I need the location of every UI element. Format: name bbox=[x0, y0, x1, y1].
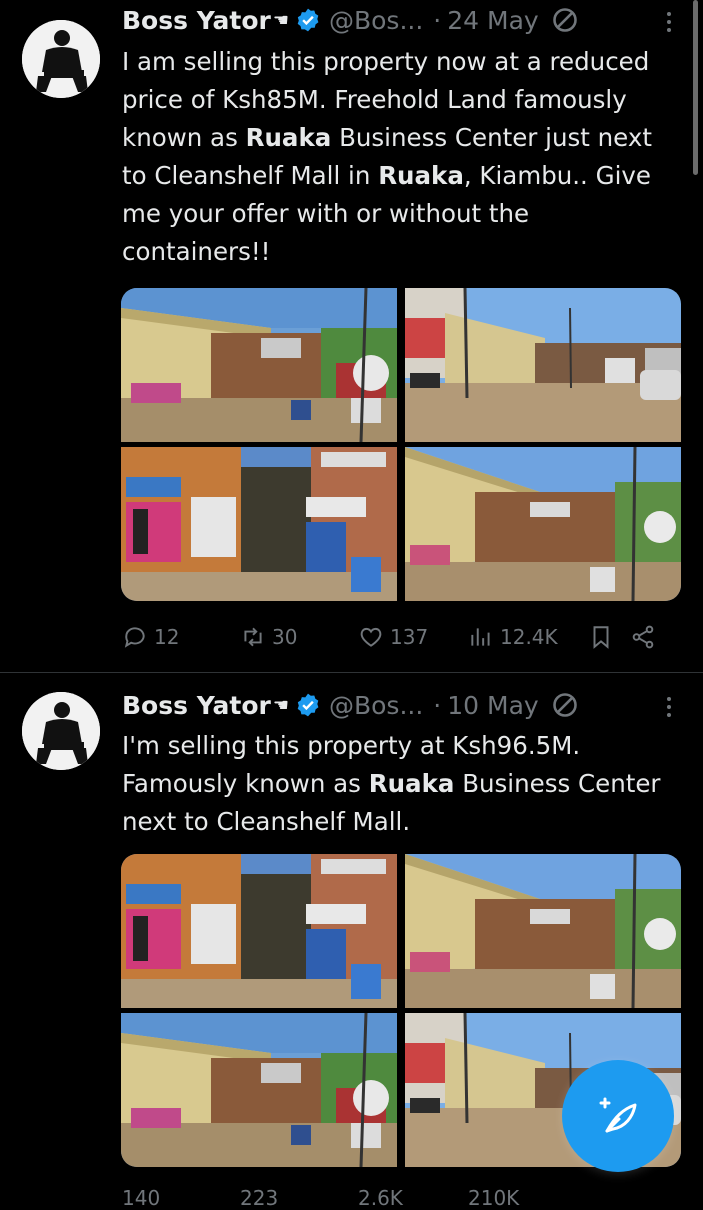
action-bar: 12 30 137 12.4K bbox=[122, 622, 667, 652]
media-image[interactable] bbox=[121, 1013, 397, 1167]
retweet-icon bbox=[244, 627, 262, 647]
views-icon bbox=[471, 628, 490, 646]
media-grid bbox=[121, 288, 681, 601]
tweet-date[interactable]: 24 May bbox=[447, 6, 538, 35]
author-handle[interactable]: @Bos... bbox=[329, 6, 423, 35]
text-bold: Ruaka bbox=[245, 123, 332, 152]
separator-dot: · bbox=[433, 5, 442, 35]
share-button[interactable] bbox=[630, 624, 660, 650]
scrollbar[interactable] bbox=[693, 0, 698, 175]
heart-icon bbox=[360, 627, 382, 647]
views-button[interactable]: 12.4K bbox=[468, 624, 588, 650]
share-icon bbox=[632, 625, 654, 649]
tweet-header: Boss Yator ☚ @Bos... · 10 May bbox=[122, 687, 579, 723]
media-image[interactable] bbox=[121, 447, 397, 601]
author-emoji: ☚ bbox=[272, 9, 289, 31]
media-image[interactable] bbox=[405, 447, 681, 601]
tweet-text: I am selling this property now at a redu… bbox=[122, 43, 682, 271]
text-bold: Ruaka bbox=[378, 161, 464, 190]
blocked-icon bbox=[552, 8, 577, 32]
retweet-button[interactable]: 30 bbox=[240, 624, 358, 650]
view-count[interactable]: 210K bbox=[468, 1186, 588, 1210]
avatar-image bbox=[22, 20, 100, 98]
author-emoji: ☚ bbox=[272, 694, 289, 716]
verified-badge-icon bbox=[297, 693, 319, 717]
avatar[interactable] bbox=[22, 692, 100, 770]
bookmark-icon bbox=[593, 626, 609, 649]
retweet-count[interactable]: 223 bbox=[240, 1186, 358, 1210]
verified-badge-icon bbox=[297, 8, 319, 32]
like-count: 137 bbox=[390, 625, 429, 649]
author-name[interactable]: Boss Yator bbox=[122, 691, 271, 720]
like-button[interactable]: 137 bbox=[358, 624, 468, 650]
avatar-image bbox=[22, 692, 100, 770]
tweet-text: I'm selling this property at Ksh96.5M. F… bbox=[122, 727, 682, 841]
blocked-icon bbox=[552, 693, 577, 717]
action-bar: 140 223 2.6K 210K bbox=[122, 1186, 682, 1210]
view-count: 12.4K bbox=[500, 625, 558, 649]
tweet-header: Boss Yator ☚ @Bos... · 24 May bbox=[122, 2, 579, 38]
tweet-date[interactable]: 10 May bbox=[447, 691, 538, 720]
like-count[interactable]: 2.6K bbox=[358, 1186, 468, 1210]
more-options-icon[interactable] bbox=[665, 697, 673, 717]
compose-feather-icon bbox=[599, 1097, 637, 1133]
avatar[interactable] bbox=[22, 20, 100, 98]
tweet-divider bbox=[0, 672, 703, 673]
media-image[interactable] bbox=[405, 288, 681, 442]
media-image[interactable] bbox=[121, 288, 397, 442]
reply-count[interactable]: 140 bbox=[122, 1186, 240, 1210]
reply-icon bbox=[124, 627, 145, 648]
media-image[interactable] bbox=[405, 854, 681, 1008]
text-bold: Ruaka bbox=[368, 769, 455, 798]
compose-button[interactable] bbox=[562, 1060, 674, 1172]
author-handle[interactable]: @Bos... bbox=[329, 691, 423, 720]
more-options-icon[interactable] bbox=[665, 12, 673, 32]
reply-button[interactable]: 12 bbox=[122, 624, 240, 650]
bookmark-button[interactable] bbox=[588, 624, 630, 650]
retweet-count: 30 bbox=[272, 625, 298, 649]
media-image[interactable] bbox=[121, 854, 397, 1008]
separator-dot: · bbox=[433, 690, 442, 720]
author-name[interactable]: Boss Yator bbox=[122, 6, 271, 35]
reply-count: 12 bbox=[154, 625, 180, 649]
